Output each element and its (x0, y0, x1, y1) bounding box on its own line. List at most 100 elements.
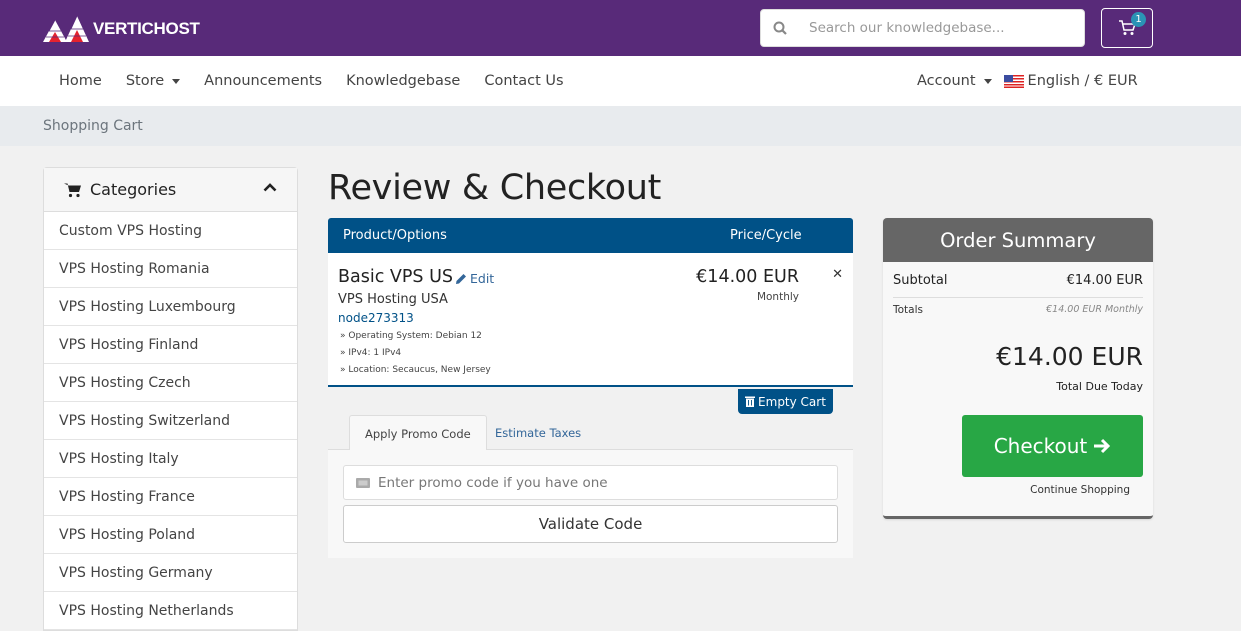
nav-home[interactable]: Home (59, 73, 102, 89)
sidebar-item-label: VPS Hosting Switzerland (59, 412, 230, 429)
column-header-price: Price/Cycle (730, 228, 802, 243)
sidebar-item-label: Custom VPS Hosting (59, 222, 202, 239)
nav-label: Store (125, 73, 165, 89)
sidebar-item-finland[interactable]: VPS Hosting Finland (44, 326, 297, 364)
promo-code-input[interactable] (378, 474, 818, 491)
product-option-location: » Location: Secaucus, New Jersey (340, 365, 491, 375)
product-hostname: node273313 (338, 311, 414, 325)
sidebar-item-label: VPS Hosting Netherlands (59, 602, 234, 619)
us-flag-icon (1003, 74, 1024, 88)
nav-label: Announcements (204, 73, 323, 89)
empty-cart-label: Empty Cart (758, 394, 826, 409)
promo-tax-panel: Apply Promo Code Estimate Taxes Validate… (328, 415, 853, 558)
sidebar-item-italy[interactable]: VPS Hosting Italy (44, 440, 297, 478)
sidebar-item-label: VPS Hosting Luxembourg (59, 298, 236, 315)
remove-item-icon[interactable]: ✕ (832, 267, 843, 282)
product-name: Basic VPS US (338, 267, 454, 287)
account-dropdown[interactable]: Account (917, 73, 992, 89)
sidebar-item-switzerland[interactable]: VPS Hosting Switzerland (44, 402, 297, 440)
order-summary: Order Summary Subtotal €14.00 EUR Totals… (883, 218, 1153, 519)
sidebar-item-label: VPS Hosting Italy (59, 450, 179, 467)
breadcrumb: Shopping Cart (0, 106, 1241, 146)
arrow-right-icon (1094, 438, 1111, 454)
sidebar-item-poland[interactable]: VPS Hosting Poland (44, 516, 297, 554)
subtotal-label: Subtotal (893, 273, 948, 288)
promo-tab-pane: Validate Code (328, 450, 853, 558)
continue-shopping-link[interactable]: Continue Shopping (1030, 484, 1130, 496)
cart-items-table: Product/Options Price/Cycle Basic VPS US… (328, 218, 853, 387)
language-currency-selector[interactable]: English / € EUR (1003, 73, 1138, 89)
checkout-label: Checkout (993, 434, 1088, 458)
top-header: VERTICHOST 1 (0, 0, 1241, 56)
totals-value: €14.00 EUR Monthly (1046, 304, 1143, 315)
cart-button[interactable]: 1 (1101, 8, 1153, 48)
nav-label: Knowledgebase (346, 73, 461, 89)
table-header: Product/Options Price/Cycle (328, 218, 853, 253)
sidebar-item-romania[interactable]: VPS Hosting Romania (44, 250, 297, 288)
sidebar-item-france[interactable]: VPS Hosting France (44, 478, 297, 516)
product-option-os: » Operating System: Debian 12 (340, 331, 482, 341)
knowledgebase-search[interactable] (760, 9, 1085, 47)
sidebar-item-germany[interactable]: VPS Hosting Germany (44, 554, 297, 592)
checkout-button[interactable]: Checkout (962, 415, 1143, 477)
product-price: €14.00 EUR (696, 267, 799, 287)
edit-label: Edit (470, 271, 495, 286)
sidebar-item-czech[interactable]: VPS Hosting Czech (44, 364, 297, 402)
nav-store[interactable]: Store (125, 73, 181, 89)
page-title: Review & Checkout (328, 168, 662, 208)
validate-code-button[interactable]: Validate Code (343, 505, 838, 543)
sidebar-item-custom-vps[interactable]: Custom VPS Hosting (44, 212, 297, 250)
search-input[interactable] (809, 20, 1069, 36)
totals-row: Totals €14.00 EUR Monthly (893, 304, 1143, 316)
ticket-icon (356, 477, 370, 488)
nav-knowledgebase[interactable]: Knowledgebase (346, 73, 460, 89)
logo-icon (43, 16, 89, 42)
total-due-amount: €14.00 EUR (996, 342, 1143, 371)
nav-label: Home (59, 73, 102, 89)
shopping-cart-icon (64, 183, 81, 197)
trash-icon (745, 396, 756, 407)
language-label: English / € EUR (1027, 73, 1138, 89)
order-summary-title: Order Summary (883, 218, 1153, 262)
caret-down-icon (983, 78, 992, 84)
caret-down-icon (172, 78, 181, 84)
categories-sidebar: Categories Custom VPS Hosting VPS Hostin… (43, 167, 298, 631)
subtotal-row: Subtotal €14.00 EUR (893, 273, 1143, 298)
sidebar-item-label: VPS Hosting Poland (59, 526, 196, 543)
product-group: VPS Hosting USA (338, 292, 448, 307)
cart-count-badge: 1 (1131, 12, 1146, 27)
sidebar-item-label: VPS Hosting France (59, 488, 195, 505)
logo-text: VERTICHOST (93, 19, 200, 38)
sidebar-item-label: VPS Hosting Romania (59, 260, 210, 277)
search-icon (761, 21, 799, 35)
nav-label: Contact Us (484, 73, 564, 89)
sidebar-item-label: VPS Hosting Germany (59, 564, 213, 581)
categories-header[interactable]: Categories (44, 168, 297, 212)
nav-announcements[interactable]: Announcements (204, 73, 322, 89)
logo[interactable]: VERTICHOST (43, 16, 200, 42)
product-option-ipv4: » IPv4: 1 IPv4 (340, 348, 402, 358)
total-due-label: Total Due Today (1056, 380, 1143, 393)
chevron-up-icon[interactable] (263, 182, 277, 192)
totals-label: Totals (893, 304, 923, 316)
sidebar-item-netherlands[interactable]: VPS Hosting Netherlands (44, 592, 297, 630)
cart-item-row: Basic VPS US Edit VPS Hosting USA node27… (328, 253, 853, 387)
promo-tabs: Apply Promo Code Estimate Taxes (328, 415, 853, 451)
edit-product-link[interactable]: Edit (455, 271, 494, 286)
breadcrumb-current: Shopping Cart (43, 118, 143, 134)
billing-cycle: Monthly (756, 291, 799, 303)
tab-apply-promo-code[interactable]: Apply Promo Code (349, 415, 487, 451)
pencil-icon (456, 273, 466, 284)
tab-estimate-taxes[interactable]: Estimate Taxes (480, 415, 596, 451)
subtotal-value: €14.00 EUR (1066, 273, 1143, 288)
column-header-product: Product/Options (343, 228, 447, 243)
account-label: Account (917, 73, 976, 89)
empty-cart-button[interactable]: Empty Cart (738, 389, 833, 414)
promo-code-field[interactable] (343, 465, 838, 500)
nav-contact-us[interactable]: Contact Us (484, 73, 563, 89)
categories-title: Categories (90, 180, 177, 199)
sidebar-item-label: VPS Hosting Czech (59, 374, 191, 391)
main-nav: Home Store Announcements Knowledgebase C… (0, 56, 1241, 106)
sidebar-item-luxembourg[interactable]: VPS Hosting Luxembourg (44, 288, 297, 326)
sidebar-item-label: VPS Hosting Finland (59, 336, 199, 353)
